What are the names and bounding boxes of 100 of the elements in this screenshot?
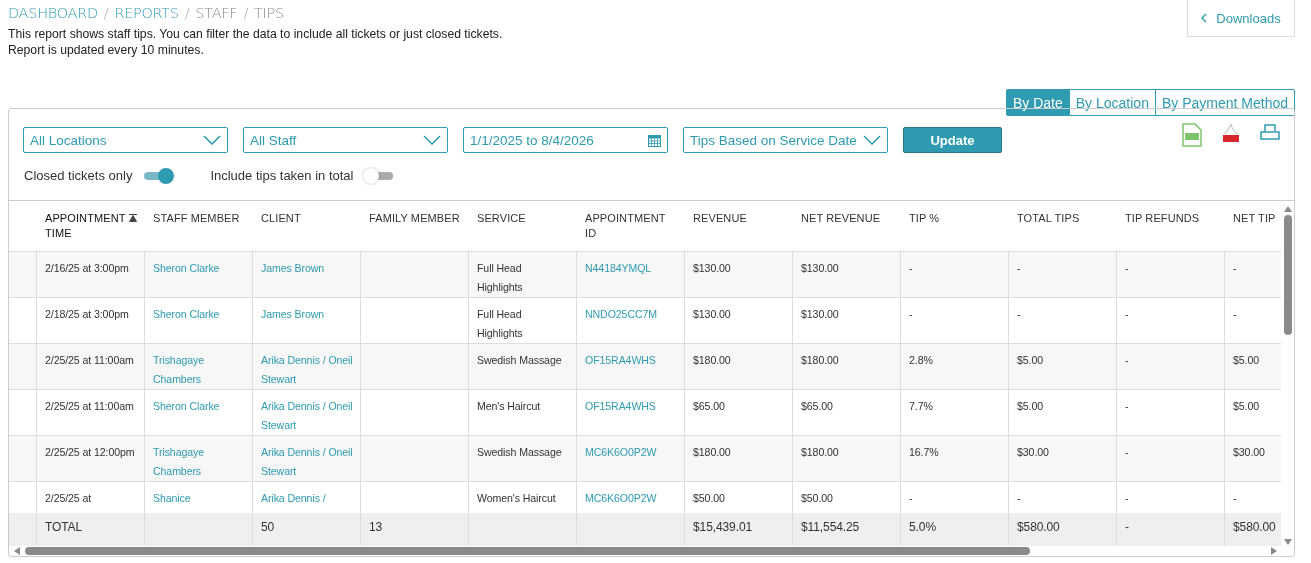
date-range-field[interactable]: 1/1/2025 to 8/4/2026 — [463, 127, 668, 153]
scrollbar-thumb[interactable] — [25, 547, 1030, 555]
breadcrumb-link[interactable]: REPORTS — [114, 5, 179, 21]
table-cell-text: $130.00 — [693, 306, 732, 322]
total-cell-text: $580.00 — [1017, 519, 1061, 537]
table-link[interactable]: MC6K6O0P2W — [585, 442, 677, 462]
scroll-right-icon[interactable] — [1270, 546, 1278, 556]
breadcrumb-separator: / — [243, 5, 248, 21]
view-tab[interactable]: By Payment Method — [1155, 89, 1295, 116]
table-link[interactable]: Trishagaye Chambers — [153, 350, 245, 389]
total-cell-text: 13 — [369, 519, 384, 537]
table-link[interactable]: N44184YMQL — [585, 258, 677, 278]
table-link[interactable]: Shanice — [153, 488, 245, 508]
table-link[interactable]: Sheron Clarke — [153, 396, 245, 416]
table-cell-text: Swedish Massage — [477, 444, 563, 460]
column-header[interactable]: SERVICE — [477, 211, 570, 226]
table-cell-text: - — [1233, 306, 1238, 322]
column-header[interactable]: CLIENT — [261, 211, 354, 226]
breadcrumb-item[interactable]: TIPS — [254, 5, 284, 21]
table-link[interactable]: NNDO25CC7M — [585, 304, 677, 324]
column-header[interactable]: STAFF MEMBER — [153, 211, 246, 226]
table-link[interactable]: OF15RA4WHS — [585, 396, 677, 416]
table-link[interactable]: Sheron Clarke — [153, 258, 245, 278]
table-cell-text: $180.00 — [801, 444, 840, 460]
table-cell-text: $5.00 — [1233, 398, 1260, 414]
column-header[interactable]: APPOINTMENT TIME — [45, 211, 138, 241]
table-link[interactable]: Sheron Clarke — [153, 304, 245, 324]
table-link[interactable]: James Brown — [261, 304, 353, 324]
table-cell-text: Women's Haircut — [477, 490, 557, 506]
table-link[interactable]: James Brown — [261, 258, 353, 278]
table-cell-text: - — [1125, 260, 1130, 276]
table-cell-text: - — [909, 490, 914, 506]
total-label: TOTAL — [45, 519, 84, 537]
table-cell-text: 2/16/25 at 3:00pm — [45, 260, 130, 276]
total-cell-text: $580.00 — [1233, 519, 1277, 537]
table-cell-text: $30.00 — [1017, 444, 1050, 460]
table-cell-text: - — [1017, 490, 1022, 506]
table-cell-text: $180.00 — [693, 444, 732, 460]
table-cell-text: $5.00 — [1233, 352, 1260, 368]
table-cell-text: - — [909, 306, 914, 322]
breadcrumb-link[interactable]: DASHBOARD — [8, 5, 98, 21]
table-cell-text: 2/25/25 at — [45, 490, 93, 506]
table-cell-text: $65.00 — [801, 398, 834, 414]
table-link[interactable]: Arika Dennis / Oneil Stewart — [261, 396, 353, 435]
table-cell-text: - — [1233, 260, 1238, 276]
tips-basis-dropdown[interactable]: Tips Based on Service Date — [683, 127, 888, 153]
table-cell-text: 2/18/25 at 3:00pm — [45, 306, 130, 322]
table-cell-text: $65.00 — [693, 398, 726, 414]
csv-file-icon[interactable] — [1182, 123, 1202, 147]
table-link[interactable]: OF15RA4WHS — [585, 350, 677, 370]
table-cell-text: $5.00 — [1017, 352, 1044, 368]
table-cell-text: $30.00 — [1233, 444, 1266, 460]
pdf-file-icon[interactable] — [1222, 123, 1240, 143]
chevron-left-icon — [1201, 13, 1208, 23]
column-header[interactable]: NET REVENUE — [801, 211, 894, 226]
location-dropdown[interactable]: All Locations — [23, 127, 228, 153]
table-link[interactable]: Trishagaye Chambers — [153, 442, 245, 481]
column-header[interactable]: NET TIP — [1233, 211, 1281, 226]
scrollbar-thumb[interactable] — [1283, 215, 1292, 335]
column-header[interactable]: TOTAL TIPS — [1017, 211, 1110, 226]
breadcrumb-separator: / — [184, 5, 190, 21]
table-cell-text: - — [1017, 306, 1022, 322]
table-cell-text: - — [1125, 444, 1130, 460]
column-header[interactable]: REVENUE — [693, 211, 786, 226]
table-cell-text: - — [1125, 398, 1130, 414]
scroll-up-icon[interactable] — [1282, 205, 1293, 213]
table-cell-text: $130.00 — [801, 260, 840, 276]
table-cell-text: $50.00 — [693, 490, 726, 506]
table-link[interactable]: Arika Dennis / Oneil Stewart — [261, 350, 353, 389]
print-icon[interactable] — [1260, 123, 1280, 141]
table-cell-text: - — [1017, 260, 1022, 276]
scroll-down-icon[interactable] — [1282, 538, 1293, 546]
table-cell-text: - — [909, 260, 914, 276]
table-cell-text: $180.00 — [693, 352, 732, 368]
view-tab[interactable]: By Location — [1069, 89, 1156, 116]
description-text: This report shows staff tips. You can filter the data to include all tickets or just closed tickets. — [8, 26, 503, 42]
column-header[interactable]: TIP % — [909, 211, 1002, 226]
column-header[interactable]: FAMILY MEMBER — [369, 211, 462, 226]
table-link[interactable]: MC6K6O0P2W — [585, 488, 677, 508]
table-cell-text: $130.00 — [693, 260, 732, 276]
column-header[interactable]: APPOINTMENT ID — [585, 211, 678, 241]
breadcrumb-separator: / — [103, 5, 109, 21]
table-cell-text: $50.00 — [801, 490, 834, 506]
toggle-label: Closed tickets only — [24, 168, 133, 183]
downloads-button[interactable]: Downloads — [1187, 0, 1295, 37]
table-cell-text: 2/25/25 at 12:00pm — [45, 444, 136, 460]
table-cell-text: - — [1233, 490, 1238, 506]
table-cell-text: $180.00 — [801, 352, 840, 368]
scroll-left-icon[interactable] — [13, 546, 21, 556]
table-cell-text: 2/25/25 at 11:00am — [45, 398, 135, 414]
table-link[interactable]: Arika Dennis / — [261, 488, 353, 508]
update-button[interactable]: Update — [903, 127, 1002, 153]
column-header[interactable]: TIP REFUNDS — [1125, 211, 1218, 226]
view-tab[interactable]: By Date — [1005, 89, 1070, 116]
table-cell-text: 7.7% — [909, 398, 934, 414]
table-cell-text: Men's Haircut — [477, 398, 542, 414]
table-link[interactable]: Arika Dennis / Oneil Stewart — [261, 442, 353, 481]
breadcrumb-item[interactable]: STAFF — [195, 5, 238, 21]
sort-icon[interactable] — [129, 214, 137, 222]
staff-dropdown[interactable]: All Staff — [243, 127, 448, 153]
